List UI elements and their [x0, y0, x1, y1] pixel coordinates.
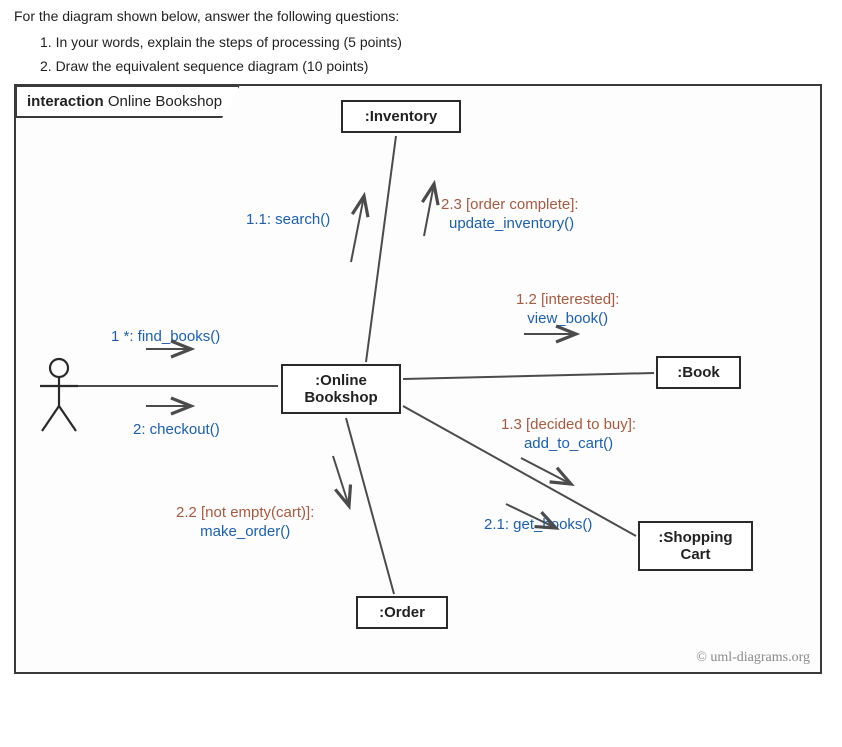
actor-icon: [34, 356, 84, 436]
frame-name: Online Bookshop: [108, 93, 222, 110]
frame-keyword: interaction: [27, 93, 104, 110]
credit-text: © uml-diagrams.org: [696, 650, 810, 666]
msg-2-1-get-books: 2.1: get_books(): [484, 516, 592, 535]
msg-2-2-guard: 2.2 [not empty(cart)]:: [176, 504, 314, 521]
question-2: 2. Draw the equivalent sequence diagram …: [40, 58, 828, 74]
question-1: 1. In your words, explain the steps of p…: [40, 34, 828, 50]
object-inventory: :Inventory: [341, 100, 461, 133]
msg-1-3-guard: 1.3 [decided to buy]:: [501, 416, 636, 433]
object-online-bookshop: :Online Bookshop: [281, 364, 401, 414]
msg-2-3-call: update_inventory(): [449, 215, 574, 232]
shopping-cart-line1: :Shopping: [646, 529, 745, 546]
msg-2-2-call: make_order(): [200, 523, 290, 540]
frame-title: interaction Online Bookshop: [15, 85, 240, 118]
online-bookshop-line1: :Online: [289, 372, 393, 389]
shopping-cart-line2: Cart: [646, 546, 745, 563]
object-shopping-cart: :Shopping Cart: [638, 521, 753, 571]
online-bookshop-line2: Bookshop: [289, 389, 393, 406]
msg-1-2-guard: 1.2 [interested]:: [516, 291, 619, 308]
diagram-frame: interaction Online Bookshop :Inventory :…: [14, 84, 822, 674]
intro-text: For the diagram shown below, answer the …: [14, 8, 828, 24]
object-order: :Order: [356, 596, 448, 629]
msg-2-checkout: 2: checkout(): [133, 421, 220, 440]
msg-2-3-guard: 2.3 [order complete]:: [441, 196, 579, 213]
msg-1-1-search: 1.1: search(): [246, 211, 330, 230]
msg-1-2-call: view_book(): [527, 310, 608, 327]
msg-1-find-books: 1 *: find_books(): [111, 328, 220, 347]
object-book: :Book: [656, 356, 741, 389]
msg-1-3-call: add_to_cart(): [524, 435, 613, 452]
